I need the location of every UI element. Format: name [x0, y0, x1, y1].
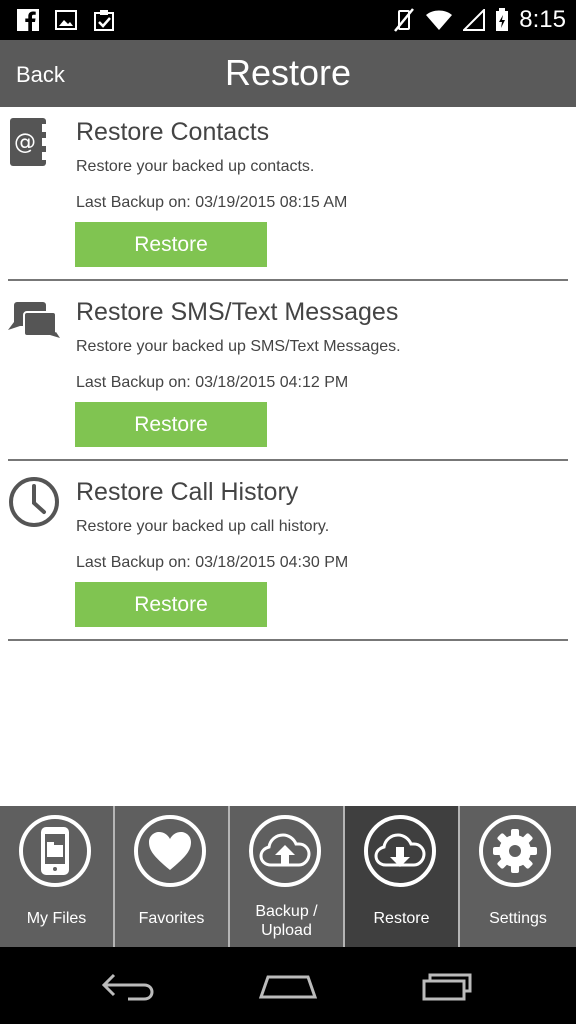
nav-label: Favorites	[138, 910, 205, 927]
facebook-icon	[17, 9, 39, 31]
section-description: Restore your backed up call history.	[76, 518, 330, 535]
recent-apps-icon[interactable]	[420, 969, 480, 1001]
nav-label: My Files	[26, 910, 87, 927]
wifi-icon	[426, 10, 453, 30]
last-backup-text: Last Backup on: 03/19/2015 08:15 AM	[76, 194, 348, 211]
bottom-nav: My Files Favorites Backup / Upload Resto…	[0, 806, 576, 947]
section-title: Restore SMS/Text Messages	[76, 298, 399, 326]
nav-favorites[interactable]: Favorites	[115, 806, 230, 947]
divider	[8, 279, 568, 281]
svg-text:@: @	[14, 130, 36, 155]
clipboard-check-icon	[94, 10, 114, 31]
cloud-upload-icon	[249, 815, 321, 887]
nav-label-line2: Upload	[261, 922, 312, 939]
divider	[8, 639, 568, 641]
nav-label-line1: Backup /	[255, 903, 318, 920]
section-description: Restore your backed up SMS/Text Messages…	[76, 338, 401, 355]
nav-my-files[interactable]: My Files	[0, 806, 115, 947]
restore-contacts-button[interactable]: Restore	[75, 222, 267, 267]
nav-settings[interactable]: Settings	[460, 806, 576, 947]
clock-icon	[9, 477, 59, 527]
restore-sms-section: Restore SMS/Text Messages Restore your b…	[8, 288, 568, 461]
gallery-icon	[55, 10, 77, 30]
section-description: Restore your backed up contacts.	[76, 158, 315, 175]
signal-icon	[463, 9, 486, 31]
last-backup-text: Last Backup on: 03/18/2015 04:30 PM	[76, 554, 349, 571]
vibrate-off-icon	[394, 8, 415, 32]
home-icon[interactable]	[258, 971, 318, 1001]
section-title: Restore Call History	[76, 478, 299, 506]
battery-icon	[496, 8, 509, 31]
nav-label: Settings	[489, 910, 547, 927]
gear-icon	[479, 815, 551, 887]
nav-restore[interactable]: Restore	[345, 806, 460, 947]
contacts-book-icon: @	[10, 118, 46, 166]
divider	[8, 459, 568, 461]
last-backup-text: Last Backup on: 03/18/2015 04:12 PM	[76, 374, 349, 391]
cloud-download-icon	[364, 815, 436, 887]
nav-backup-upload[interactable]: Backup / Upload	[230, 806, 345, 947]
section-title: Restore Contacts	[76, 118, 270, 146]
restore-sms-button[interactable]: Restore	[75, 402, 267, 447]
nav-label: Backup / Upload	[230, 902, 343, 940]
status-time: 8:15	[519, 6, 566, 33]
restore-contacts-section: @ Restore Contacts Restore your backed u…	[8, 108, 568, 281]
title-bar: Back Restore	[0, 40, 576, 107]
restore-call-history-section: Restore Call History Restore your backed…	[8, 468, 568, 641]
back-arrow-icon[interactable]	[100, 971, 156, 1001]
nav-label: Restore	[373, 910, 430, 927]
chat-bubbles-icon	[8, 302, 60, 338]
heart-icon	[134, 815, 206, 887]
page-title: Restore	[224, 52, 352, 93]
system-nav-bar	[0, 947, 576, 1024]
restore-call-history-button[interactable]: Restore	[75, 582, 267, 627]
status-bar: 8:15	[0, 0, 576, 40]
phone-folder-icon	[19, 815, 91, 887]
